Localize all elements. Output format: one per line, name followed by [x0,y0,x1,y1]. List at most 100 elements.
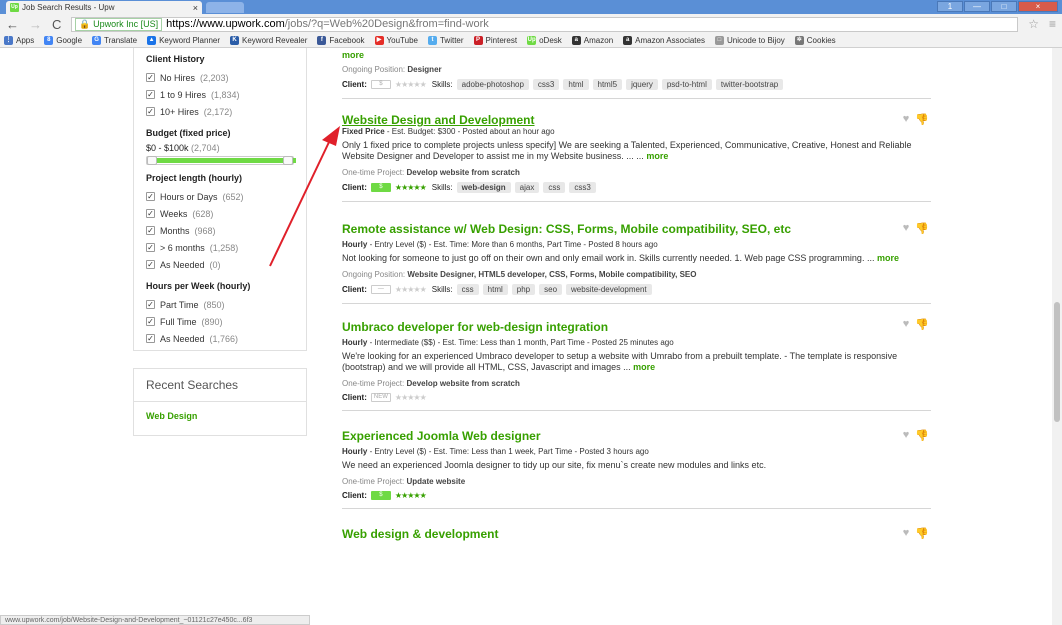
job-title-link[interactable]: Web design & development [342,515,931,545]
more-link[interactable]: more [877,253,899,263]
checkbox-checked-icon[interactable]: ✓ [146,209,155,218]
skill-tag[interactable]: adobe-photoshop [456,79,529,90]
skill-tag[interactable]: seo [539,284,563,295]
bookmark-item[interactable]: a Amazon Associates [623,36,705,45]
skill-tag[interactable]: html [563,79,589,90]
bookmark-item[interactable]: 8 Google [44,36,82,45]
filter-checkbox-item[interactable]: ✓ > 6 months (1,258) [146,239,294,256]
filter-count: (628) [192,208,214,219]
bookmark-item[interactable]: G Translate [92,36,137,45]
bookmark-item[interactable]: ✲ Cookies [794,36,836,45]
checkbox-checked-icon[interactable]: ✓ [146,192,155,201]
skill-tag[interactable]: website-development [566,284,652,295]
thumbs-down-icon[interactable]: 👎 [915,527,929,540]
bookmark-item[interactable]: f Facebook [317,36,365,45]
heart-icon[interactable]: ♥ [903,222,910,235]
filter-checkbox-item[interactable]: ✓ As Needed (1,766) [146,330,294,347]
heart-icon[interactable]: ♥ [903,318,910,331]
thumbs-down-icon[interactable]: 👎 [915,318,929,331]
checkbox-checked-icon[interactable]: ✓ [146,243,155,252]
job-title-link[interactable]: Website Design and Development [342,103,931,127]
bookmark-item[interactable]: □ Unicode to Bijoy [714,36,785,45]
skill-tag[interactable]: jquery [626,79,658,90]
heart-icon[interactable]: ♥ [903,113,910,126]
tab-close-icon[interactable]: × [193,3,198,13]
slider-max-handle[interactable] [283,156,293,165]
checkbox-checked-icon[interactable]: ✓ [146,300,155,309]
bookmark-item[interactable]: Up oDesk [527,36,562,45]
heart-icon[interactable]: ♥ [903,527,910,540]
job-title-link[interactable]: Umbraco developer for web-design integra… [342,308,931,338]
bookmark-item[interactable]: t Twitter [427,36,464,45]
filter-checkbox-item[interactable]: ✓ Full Time (890) [146,313,294,330]
user-button[interactable]: 1 [937,1,963,12]
job-title-link[interactable]: Experienced Joomla Web designer [342,417,931,447]
skill-tag[interactable]: css [543,182,566,193]
filter-checkbox-item[interactable]: ✓ As Needed (0) [146,256,294,273]
new-tab-button[interactable] [206,2,244,13]
job-meta: Hourly - Entry Level ($) - Est. Time: Mo… [342,240,658,249]
filter-label: No Hires [160,72,196,83]
checkbox-checked-icon[interactable]: ✓ [146,317,155,326]
bookmark-item[interactable]: ▲ Keyword Planner [147,36,220,45]
slider-min-handle[interactable] [147,156,157,165]
skill-tag[interactable]: ajax [514,182,540,193]
back-arrow-icon[interactable]: ← [6,17,19,32]
bookmark-favicon-icon: ⋮ [4,36,13,45]
checkbox-checked-icon[interactable]: ✓ [146,107,155,116]
filter-checkbox-item[interactable]: ✓ 10+ Hires (2,172) [146,103,294,120]
filter-checkbox-item[interactable]: ✓ 1 to 9 Hires (1,834) [146,86,294,103]
bookmark-favicon-icon: f [317,36,327,45]
more-link[interactable]: more [646,151,668,161]
close-window-button[interactable]: × [1018,1,1058,12]
more-link[interactable]: more [633,362,655,372]
bookmark-item[interactable]: K Keyword Revealer [230,36,307,45]
maximize-button[interactable]: □ [991,1,1017,12]
minimize-button[interactable]: — [964,1,990,12]
page-scrollbar[interactable] [1052,48,1062,625]
filter-checkbox-item[interactable]: ✓ Part Time (850) [146,296,294,313]
more-link[interactable]: more [342,50,931,61]
thumbs-down-icon[interactable]: 👎 [915,222,929,235]
bookmark-item[interactable]: P Pinterest [473,36,517,45]
thumbs-down-icon[interactable]: 👎 [915,113,929,126]
skill-tag[interactable]: twitter-bootstrap [715,79,784,90]
bookmark-label: Google [56,36,83,45]
job-title-link[interactable]: Remote assistance w/ Web Design: CSS, Fo… [342,210,931,240]
filter-checkbox-item[interactable]: ✓ Months (968) [146,222,294,239]
url-path: /jobs/?q=Web%20Design&from=find-work [284,18,489,30]
filter-checkbox-item[interactable]: ✓ Hours or Days (652) [146,188,294,205]
recent-search-link[interactable]: Web Design [134,402,306,435]
reload-icon[interactable]: C [52,17,61,32]
heart-icon[interactable]: ♥ [903,429,910,442]
checkbox-checked-icon[interactable]: ✓ [146,90,155,99]
bookmark-star-icon[interactable]: ☆ [1028,17,1039,31]
address-bar[interactable]: 🔒 Upwork Inc [US] https://www.upwork.com… [71,16,1019,32]
skill-tag[interactable]: php [511,284,536,295]
skill-tag[interactable]: css3 [569,182,596,193]
skill-tag[interactable]: html [482,284,508,295]
bookmark-item[interactable]: ▶ YouTube [374,36,418,45]
skill-tag[interactable]: css3 [532,79,560,90]
budget-slider[interactable] [146,156,296,165]
skill-tag[interactable]: html5 [592,79,623,90]
scrollbar-thumb[interactable] [1054,302,1060,422]
filter-count: (1,834) [211,89,240,100]
checkbox-checked-icon[interactable]: ✓ [146,226,155,235]
rating-stars: ★★★★★ [394,393,427,402]
bookmark-item[interactable]: ⋮ Apps [4,36,34,45]
thumbs-down-icon[interactable]: 👎 [915,429,929,442]
skill-tag[interactable]: css [456,284,479,295]
checkbox-checked-icon[interactable]: ✓ [146,260,155,269]
checkbox-checked-icon[interactable]: ✓ [146,334,155,343]
filter-checkbox-item[interactable]: ✓ Weeks (628) [146,205,294,222]
tab-job-search[interactable]: Up Job Search Results - Upw × [6,1,202,14]
bookmark-label: oDesk [539,36,562,45]
filter-checkbox-item[interactable]: ✓ No Hires (2,203) [146,69,294,86]
skill-tag[interactable]: psd-to-html [661,79,712,90]
chrome-menu-icon[interactable]: ≡ [1049,17,1056,31]
bookmark-item[interactable]: a Amazon [571,36,613,45]
skill-tag[interactable]: web-design [456,182,511,193]
checkbox-checked-icon[interactable]: ✓ [146,73,155,82]
forward-arrow-icon[interactable]: → [29,17,42,32]
